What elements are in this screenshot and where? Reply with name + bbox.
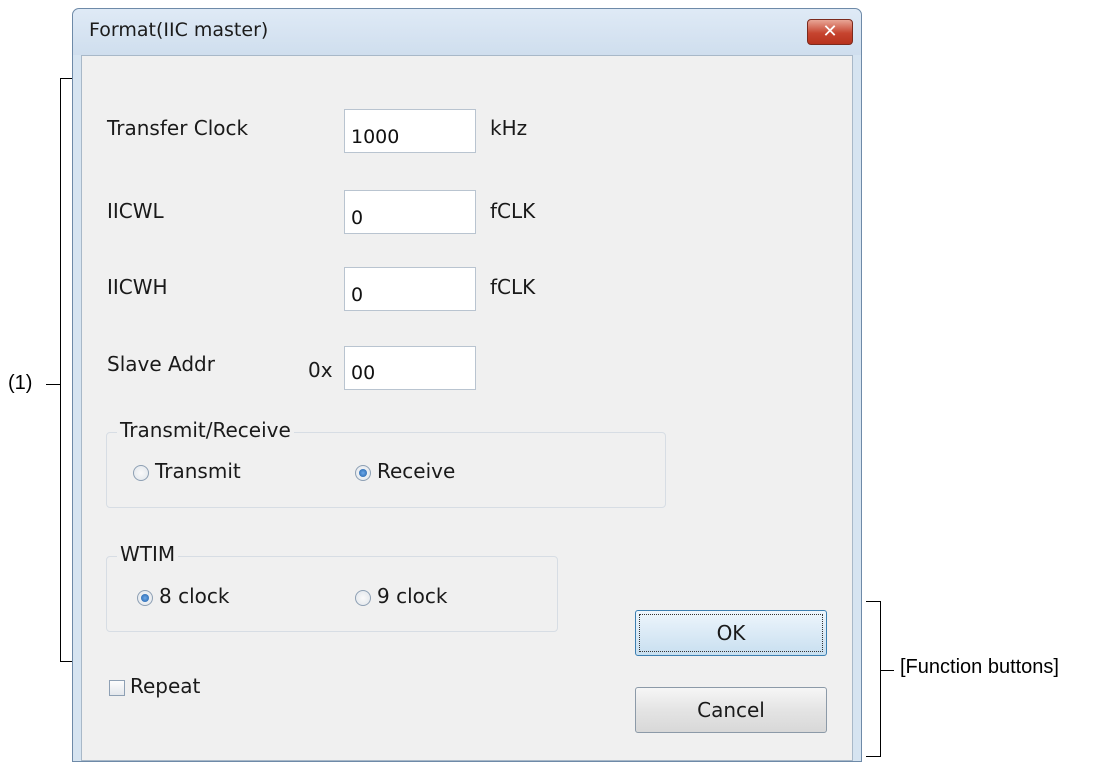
receive-radio[interactable] (355, 465, 371, 481)
eight-clock-radio[interactable] (137, 590, 153, 606)
repeat-checkbox[interactable] (109, 680, 125, 696)
cancel-button-label: Cancel (697, 698, 765, 722)
transfer-clock-unit: kHz (490, 116, 528, 140)
close-icon: ✕ (822, 21, 838, 42)
iicwl-unit: fCLK (490, 199, 536, 223)
ok-button-label: OK (716, 621, 746, 645)
iicwh-label: IICWH (107, 275, 168, 299)
wtim-title: WTIM (117, 542, 179, 566)
area-bracket-tick (46, 384, 60, 385)
slave-addr-label: Slave Addr (107, 352, 215, 376)
slave-addr-prefix: 0x (308, 358, 333, 382)
wtim-group: WTIM 8 clock 9 clock (106, 542, 558, 632)
buttons-bracket (866, 601, 881, 757)
nine-clock-radio[interactable] (355, 590, 371, 606)
transmit-label[interactable]: Transmit (155, 459, 241, 483)
iicwh-unit: fCLK (490, 275, 536, 299)
eight-clock-label[interactable]: 8 clock (159, 584, 229, 608)
area-label: (1) (8, 372, 33, 394)
cancel-button[interactable]: Cancel (635, 687, 827, 733)
transfer-clock-input[interactable] (344, 109, 476, 153)
transmit-receive-title: Transmit/Receive (117, 418, 294, 442)
ok-button[interactable]: OK (635, 610, 827, 656)
nine-clock-label[interactable]: 9 clock (377, 584, 447, 608)
transfer-clock-label: Transfer Clock (107, 116, 249, 140)
dialog-window: Format(IIC master) ✕ Transfer Clock kHz … (72, 8, 862, 762)
slave-addr-input[interactable] (344, 346, 476, 390)
buttons-bracket-tick (880, 670, 894, 671)
transmit-radio[interactable] (133, 465, 149, 481)
transmit-receive-group: Transmit/Receive Transmit Receive (106, 418, 666, 508)
receive-label[interactable]: Receive (377, 459, 455, 483)
title-bar[interactable]: Format(IIC master) ✕ (73, 9, 861, 55)
dialog-title: Format(IIC master) (89, 19, 269, 41)
iicwh-input[interactable] (344, 267, 476, 311)
repeat-label[interactable]: Repeat (130, 674, 200, 698)
iicwl-input[interactable] (344, 190, 476, 234)
dialog-body: Transfer Clock kHz IICWL fCLK IICWH fCLK… (81, 55, 853, 761)
close-button[interactable]: ✕ (807, 19, 853, 45)
buttons-label: [Function buttons] (900, 656, 1059, 678)
iicwl-label: IICWL (107, 199, 164, 223)
